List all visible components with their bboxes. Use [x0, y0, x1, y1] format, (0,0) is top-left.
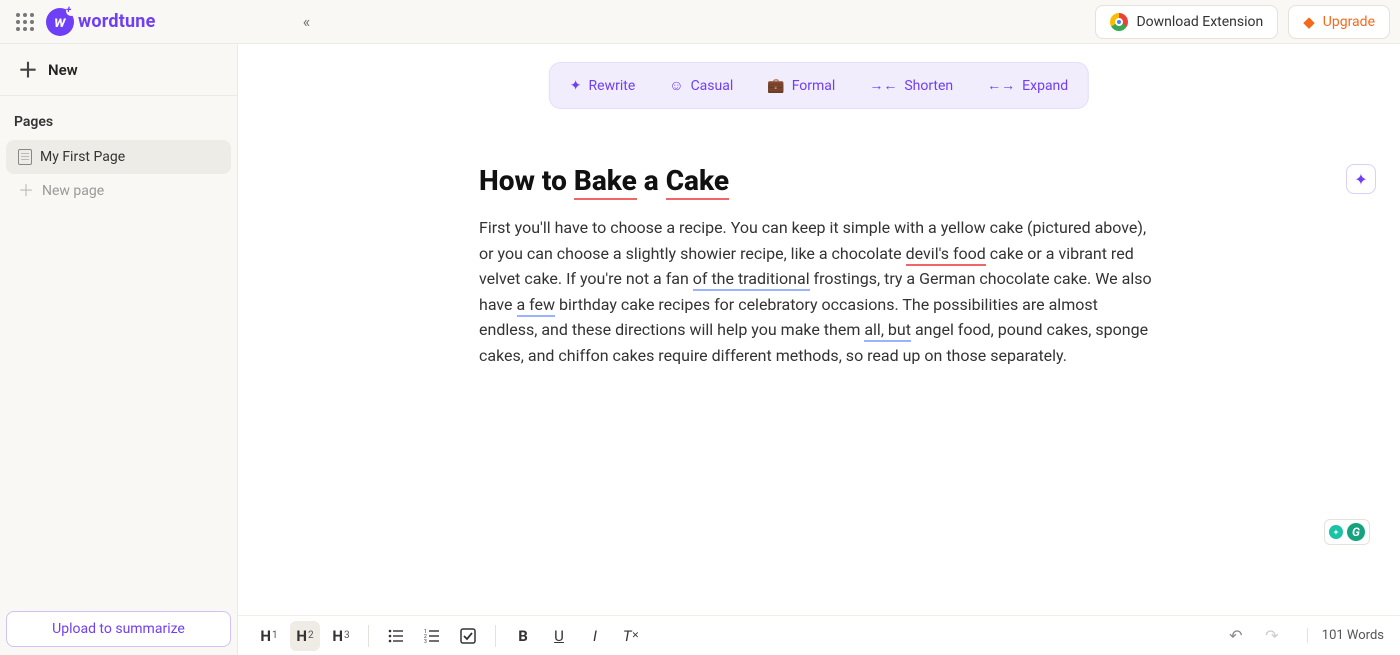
- new-page-label: New page: [42, 183, 104, 199]
- chrome-icon: [1110, 13, 1128, 31]
- word-count: 101 Words: [1307, 628, 1384, 643]
- header-left: w wordtune «: [10, 7, 322, 37]
- shorten-label: Shorten: [904, 78, 953, 94]
- heading1-button[interactable]: H1: [254, 621, 284, 651]
- insight-icon: [1329, 525, 1343, 539]
- format-toolbar: H1 H2 H3 123 B U I T✕ ↶ ↷ 101 Words: [238, 615, 1400, 655]
- sidebar: ＋ New Pages My First Page ＋ New page Upl…: [0, 44, 238, 655]
- title-text: a: [637, 164, 666, 197]
- casual-button[interactable]: ☺ Casual: [653, 67, 749, 104]
- document-body[interactable]: First you'll have to choose a recipe. Yo…: [479, 215, 1159, 369]
- clear-format-button[interactable]: T✕: [616, 621, 646, 651]
- bold-button[interactable]: B: [508, 621, 538, 651]
- grammar-widget[interactable]: G: [1324, 519, 1370, 545]
- document-title[interactable]: How to Bake a Cake: [479, 164, 1159, 197]
- separator: [368, 625, 369, 647]
- ai-suggest-button[interactable]: ✦: [1346, 164, 1376, 194]
- italic-button[interactable]: I: [580, 621, 610, 651]
- title-text: How to: [479, 164, 574, 197]
- plus-icon: ＋: [18, 60, 38, 80]
- brand-name: wordtune: [78, 11, 156, 32]
- new-button[interactable]: ＋ New: [0, 44, 237, 96]
- formal-button[interactable]: 💼 Formal: [751, 68, 851, 104]
- separator: [495, 625, 496, 647]
- briefcase-icon: 💼: [767, 78, 784, 94]
- logo-badge-icon: w: [46, 8, 74, 36]
- body-spell-underline: devil's food: [906, 244, 986, 266]
- body-grammar-underline: all, but: [864, 320, 911, 342]
- grammarly-icon: G: [1347, 523, 1365, 541]
- heading3-button[interactable]: H3: [326, 621, 356, 651]
- undo-button[interactable]: ↶: [1221, 621, 1251, 651]
- page-item-label: My First Page: [40, 149, 125, 165]
- page-icon: [18, 149, 32, 165]
- upload-to-summarize-button[interactable]: Upload to summarize: [6, 611, 231, 647]
- rewrite-action-bar: ✦ Rewrite ☺ Casual 💼 Formal →← Shorten ←…: [549, 62, 1089, 109]
- numbered-list-button[interactable]: 123: [417, 621, 447, 651]
- pages-section-label: Pages: [0, 96, 237, 140]
- sidebar-page-item[interactable]: My First Page: [6, 140, 231, 174]
- svg-text:3: 3: [424, 639, 427, 644]
- sparkle-icon: ✦: [1354, 170, 1367, 189]
- bullet-list-button[interactable]: [381, 621, 411, 651]
- download-extension-label: Download Extension: [1136, 14, 1263, 30]
- body-grammar-underline: a few: [517, 295, 556, 317]
- upgrade-button[interactable]: ◆ Upgrade: [1288, 5, 1390, 39]
- logo[interactable]: w wordtune: [46, 8, 156, 36]
- document[interactable]: How to Bake a Cake First you'll have to …: [479, 164, 1159, 369]
- rewrite-button[interactable]: ✦ Rewrite: [554, 68, 651, 104]
- title-underline-word: Cake: [666, 164, 729, 200]
- main: ✦ Rewrite ☺ Casual 💼 Formal →← Shorten ←…: [238, 44, 1400, 615]
- upload-label: Upload to summarize: [52, 621, 185, 637]
- header-right: Download Extension ◆ Upgrade: [1095, 5, 1390, 39]
- download-extension-button[interactable]: Download Extension: [1095, 5, 1278, 39]
- expand-icon: ←→: [987, 77, 1015, 94]
- plus-icon: ＋: [18, 183, 34, 199]
- upgrade-label: Upgrade: [1323, 14, 1375, 30]
- sparkle-icon: ✦: [570, 78, 582, 94]
- new-page-button[interactable]: ＋ New page: [6, 174, 231, 208]
- casual-label: Casual: [691, 78, 734, 94]
- expand-button[interactable]: ←→ Expand: [971, 67, 1084, 104]
- apps-menu-icon[interactable]: [10, 7, 40, 37]
- shorten-button[interactable]: →← Shorten: [853, 67, 969, 104]
- diamond-icon: ◆: [1303, 13, 1315, 31]
- header: w wordtune « Download Extension ◆ Upgrad…: [0, 0, 1400, 44]
- shorten-icon: →←: [869, 77, 897, 94]
- redo-button[interactable]: ↷: [1257, 621, 1287, 651]
- casual-icon: ☺: [669, 77, 683, 94]
- rewrite-label: Rewrite: [589, 78, 636, 94]
- expand-label: Expand: [1022, 78, 1068, 94]
- collapse-sidebar-button[interactable]: «: [292, 7, 322, 37]
- heading2-button[interactable]: H2: [290, 621, 320, 651]
- checklist-button[interactable]: [453, 621, 483, 651]
- title-underline-word: Bake: [574, 164, 637, 200]
- body-grammar-underline: of the traditional: [693, 269, 810, 291]
- formal-label: Formal: [792, 78, 836, 94]
- underline-button[interactable]: U: [544, 621, 574, 651]
- new-label: New: [48, 61, 78, 79]
